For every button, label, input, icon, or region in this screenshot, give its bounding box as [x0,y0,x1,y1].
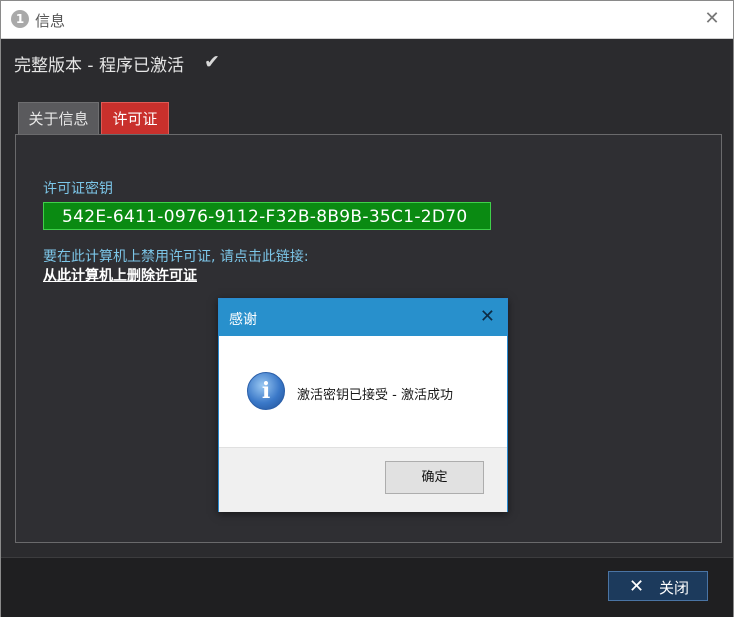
dialog-close-button[interactable]: ✕ [480,306,495,327]
tab-about[interactable]: 关于信息 [18,102,99,134]
thanks-dialog: 感谢 ✕ i 激活密钥已接受 - 激活成功 确定 [218,298,508,512]
checkmark-icon: ✔ [204,51,220,73]
information-icon: i [247,372,285,410]
dialog-title: 感谢 [229,312,257,328]
remove-license-link[interactable]: 从此计算机上删除许可证 [43,265,197,285]
dialog-footer: 确定 [219,447,507,512]
window-title: 信息 [35,12,66,30]
close-icon: ✕ [629,576,645,597]
disable-license-instructions: 要在此计算机上禁用许可证, 请点击此链接: [43,249,309,265]
window-close-button[interactable]: ✕ [703,10,721,28]
footer-bar: ✕ 关闭 [1,557,733,617]
activation-status-text: 完整版本 - 程序已激活 [14,56,184,76]
info-number-icon: 1 [11,10,29,28]
close-button[interactable]: ✕ 关闭 [608,571,708,601]
window-titlebar: 1 信息 ✕ [1,1,733,39]
dialog-message: 激活密钥已接受 - 激活成功 [297,388,453,403]
dialog-titlebar: 感谢 ✕ [219,299,507,336]
license-key-field[interactable]: 542E-6411-0976-9112-F32B-8B9B-35C1-2D70 [43,202,491,230]
tab-license[interactable]: 许可证 [101,102,169,134]
ok-button[interactable]: 确定 [385,461,484,494]
close-button-label: 关闭 [659,579,690,597]
license-key-label: 许可证密钥 [43,181,113,197]
